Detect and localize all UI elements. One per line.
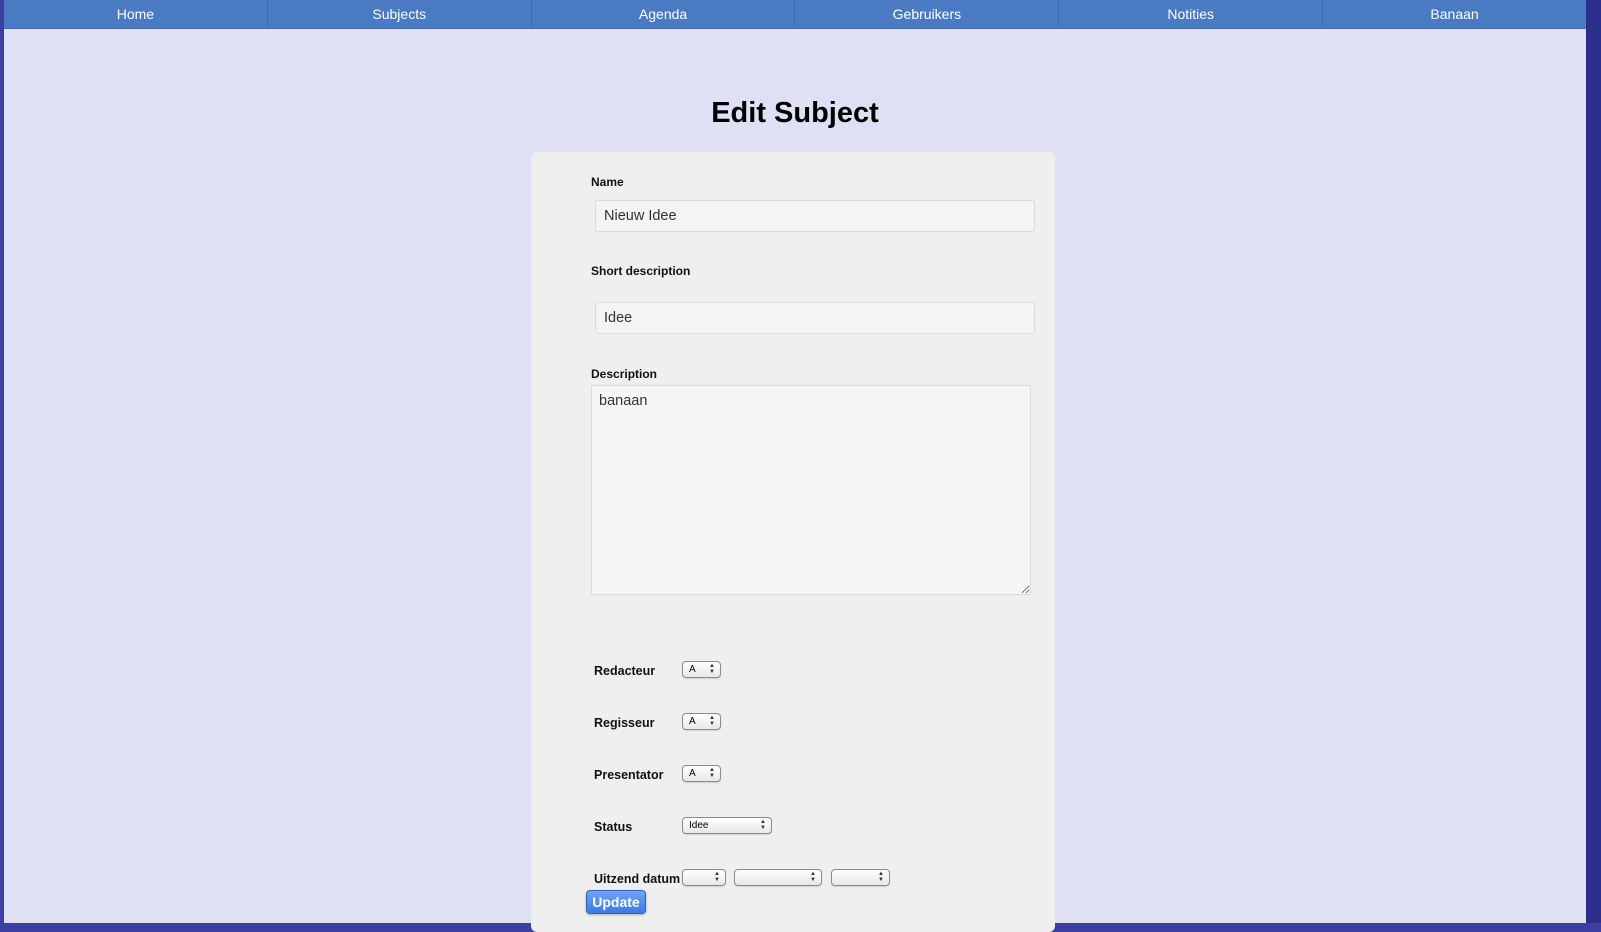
redacteur-label: Redacteur	[594, 664, 656, 678]
status-select[interactable]: Idee ▲ ▼	[682, 817, 772, 834]
short-description-input[interactable]	[595, 302, 1035, 334]
status-label: Status	[594, 820, 633, 834]
presentator-label: Presentator	[594, 768, 664, 782]
uitzend-month-select[interactable]: ▲ ▼	[734, 869, 822, 886]
uitzend-day-select[interactable]: ▲ ▼	[682, 869, 726, 886]
nav-home[interactable]: Home	[4, 0, 268, 28]
short-description-label: Short description	[591, 264, 691, 278]
nav-subjects[interactable]: Subjects	[268, 0, 532, 28]
nav-banaan[interactable]: Banaan	[1323, 0, 1586, 28]
select-arrows-icon: ▲ ▼	[709, 663, 715, 675]
uitzend-year-select[interactable]: ▲ ▼	[831, 869, 890, 886]
presentator-select[interactable]: A ▲ ▼	[682, 765, 721, 782]
regisseur-selected-value: A	[689, 716, 696, 727]
presentator-selected-value: A	[689, 768, 696, 779]
redacteur-selected-value: A	[689, 664, 696, 675]
select-arrows-icon: ▲ ▼	[709, 767, 715, 779]
top-nav: Home Subjects Agenda Gebruikers Notities…	[4, 0, 1586, 29]
select-arrows-icon: ▲ ▼	[714, 871, 720, 883]
description-textarea[interactable]: banaan	[591, 385, 1031, 595]
status-selected-value: Idee	[689, 820, 709, 831]
select-arrows-icon: ▲ ▼	[760, 819, 766, 831]
regisseur-label: Regisseur	[594, 716, 655, 730]
nav-gebruikers[interactable]: Gebruikers	[795, 0, 1060, 28]
select-arrows-icon: ▲ ▼	[709, 715, 715, 727]
name-label: Name	[591, 175, 624, 189]
description-label: Description	[591, 367, 658, 381]
select-arrows-icon: ▲ ▼	[810, 871, 816, 883]
select-arrows-icon: ▲ ▼	[878, 871, 884, 883]
regisseur-select[interactable]: A ▲ ▼	[682, 713, 721, 730]
name-input[interactable]	[595, 200, 1035, 232]
page-title: Edit Subject	[711, 97, 879, 129]
redacteur-select[interactable]: A ▲ ▼	[682, 661, 721, 678]
nav-agenda[interactable]: Agenda	[532, 0, 796, 28]
update-button[interactable]: Update	[586, 890, 646, 914]
uitzend-datum-label: Uitzend datum	[594, 872, 681, 886]
nav-notities[interactable]: Notities	[1059, 0, 1324, 28]
window-edge	[1586, 0, 1601, 923]
